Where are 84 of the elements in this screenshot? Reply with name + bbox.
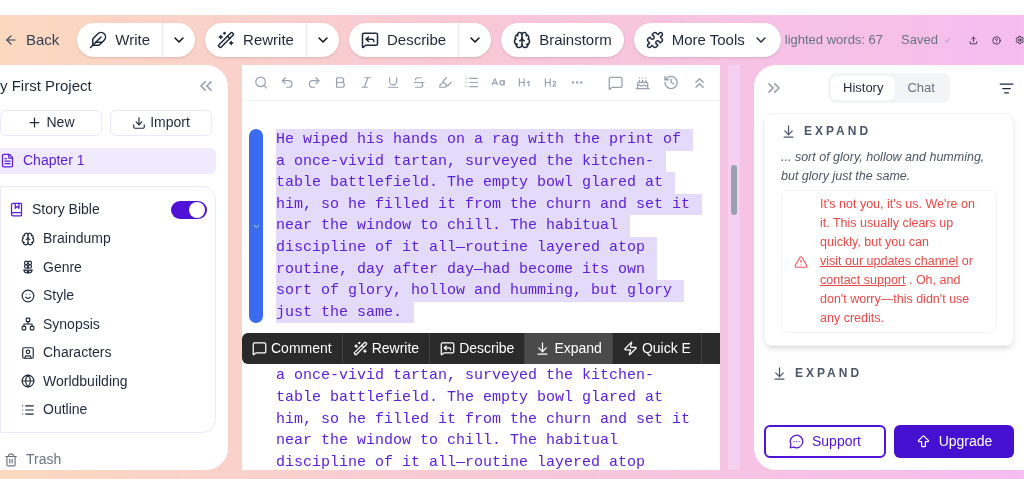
strikethrough-icon[interactable]	[411, 75, 427, 90]
cake-icon[interactable]	[635, 74, 651, 91]
comment-icon[interactable]	[608, 74, 624, 91]
speech-bubble-icon	[360, 31, 379, 49]
redo-icon[interactable]	[306, 75, 321, 90]
download-icon	[132, 115, 147, 130]
tool-button[interactable]: Describe	[348, 28, 459, 52]
chapter-item[interactable]: Chapter 1	[0, 147, 216, 174]
story-bible-item[interactable]: Style	[1, 281, 215, 310]
list-icon	[21, 402, 35, 417]
panel-tab[interactable]: History	[831, 76, 896, 100]
story-bible-label: Story Bible	[32, 200, 101, 219]
filter-icon[interactable]	[999, 80, 1014, 96]
trash-icon	[4, 452, 18, 467]
tool-button[interactable]: More Tools	[633, 28, 781, 52]
brain-icon	[21, 231, 35, 246]
back-arrow-icon	[4, 33, 18, 47]
story-bible-item[interactable]: Outline	[1, 395, 215, 424]
error-message: It's not you, it's us. We're on it. This usually clears up quickly, but you can visit our updates channel or contact support . Oh, and don't worry—this didn't use any credits.	[820, 196, 976, 327]
story-bible-item[interactable]: Synopsis	[1, 310, 215, 339]
network-icon	[21, 317, 35, 332]
project-title: y First Project	[0, 76, 92, 96]
globe-icon	[21, 374, 35, 389]
highlighter-icon[interactable]	[438, 75, 453, 90]
text-line: discipline of it all—routine layered atop	[276, 452, 647, 470]
tool-button[interactable]: Write	[77, 28, 163, 52]
wand-sparkles-icon	[352, 341, 368, 357]
arrow-down-line-icon	[772, 365, 787, 381]
list-icon[interactable]	[464, 75, 479, 90]
text-line: a once-vivid tartan, surveyed the kitchen-	[276, 366, 656, 387]
card-excerpt: ... sort of glory, hollow and humming, but glory just the same.	[781, 149, 986, 185]
wand-sparkles-icon	[217, 31, 236, 49]
search-icon[interactable]	[254, 75, 269, 90]
puzzle-icon	[645, 31, 664, 49]
selection-menu-item[interactable]: Expand	[525, 333, 613, 365]
text-line: near the window to chill. The habitual	[276, 431, 620, 452]
document-icon	[0, 153, 15, 168]
chat-bubble-icon	[788, 434, 804, 449]
selection-menu-item[interactable]: Quick E	[612, 333, 702, 365]
tool-button[interactable]: Rewrite	[205, 28, 306, 52]
speech-bubble-icon	[440, 341, 456, 357]
arrow-down-line-icon	[781, 123, 796, 139]
scrollbar-thumb[interactable]	[731, 165, 737, 215]
flower-icon	[21, 260, 35, 275]
error-link[interactable]: visit our updates channel	[820, 254, 959, 268]
error-link[interactable]: contact support	[820, 273, 906, 287]
story-bible-item[interactable]: Characters	[1, 338, 215, 367]
save-status: Saved	[901, 31, 938, 50]
story-bible-item[interactable]: Braindump	[1, 224, 215, 253]
heading-two-icon[interactable]	[543, 75, 558, 90]
italic-icon[interactable]	[359, 75, 374, 90]
import-button[interactable]: Import	[110, 109, 212, 136]
arrow-up-icon	[915, 434, 931, 449]
back-button[interactable]: Back	[0, 28, 68, 52]
feather-icon	[89, 31, 108, 49]
tool-button[interactable]: Brainstorm	[501, 28, 624, 52]
paragraph-handle[interactable]	[249, 129, 263, 324]
story-bible-toggle[interactable]	[171, 200, 207, 219]
undo-icon[interactable]	[280, 75, 295, 90]
selection-menu-item[interactable]: Comment	[242, 333, 343, 365]
story-bible-item[interactable]: Genre	[1, 253, 215, 282]
history-icon[interactable]	[662, 74, 679, 91]
warning-icon	[794, 254, 808, 269]
support-button[interactable]: Support	[764, 425, 886, 458]
lightning-icon	[622, 341, 638, 357]
heading-one-icon[interactable]	[517, 75, 532, 90]
person-icon	[21, 345, 35, 360]
card-title: EXPAND	[795, 365, 863, 382]
upgrade-button[interactable]: Upgrade	[894, 425, 1014, 458]
underline-icon[interactable]	[385, 75, 400, 90]
brain-icon	[513, 31, 532, 49]
speech-bubble-icon	[252, 341, 267, 357]
face-icon	[21, 288, 35, 303]
text-line: table battlefield. The empty bowl glared at	[276, 387, 665, 408]
plus-icon	[27, 115, 43, 130]
story-bible-item[interactable]: Worldbuilding	[1, 367, 215, 396]
trash-button[interactable]: Trash	[0, 449, 228, 470]
book-icon	[9, 202, 24, 217]
selection-menu-item[interactable]: Rewrite	[342, 333, 431, 365]
word-count: lighted words: 67	[784, 31, 884, 50]
text-line: him, so he filled it from the churn and set it	[276, 409, 692, 430]
card-title: EXPAND	[804, 123, 872, 140]
panel-tab[interactable]: Chat	[895, 76, 947, 100]
new-button[interactable]: New	[0, 109, 102, 136]
